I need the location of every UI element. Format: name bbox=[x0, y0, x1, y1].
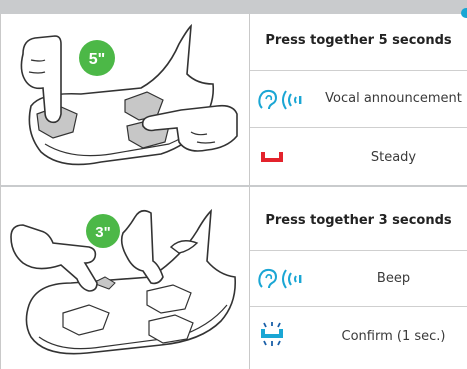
badge-label: 5" bbox=[89, 51, 105, 68]
row-vocal-announcement: Vocal announcement bbox=[250, 71, 467, 128]
row-steady: Steady bbox=[250, 128, 467, 187]
heading-press-3-seconds: Press together 3 seconds bbox=[265, 213, 452, 228]
heading-row: Press together 3 seconds bbox=[250, 187, 467, 251]
badge-label: 3" bbox=[95, 224, 110, 241]
row-label: Vocal announcement bbox=[325, 91, 462, 106]
heading-row: Press together 5 seconds bbox=[250, 14, 467, 71]
hand-left-icon bbox=[10, 224, 98, 292]
intercom-illustration: 3" bbox=[10, 208, 237, 355]
info-panel-3s: Press together 3 seconds Beep Confirm (1… bbox=[250, 187, 467, 369]
info-panel-5s: Press together 5 seconds Vocal announcem… bbox=[250, 14, 467, 185]
row-label: Confirm (1 sec.) bbox=[341, 329, 446, 344]
device-illustration-3s: 3" bbox=[1, 187, 250, 369]
red-led-steady-icon bbox=[261, 152, 283, 162]
hand-right-icon bbox=[120, 209, 164, 285]
top-bar bbox=[0, 0, 467, 14]
row-label: Beep bbox=[376, 271, 411, 286]
section-press-3-seconds: 3" Press together 3 seconds Beep Confirm… bbox=[0, 187, 467, 369]
intercom-illustration: 5" bbox=[20, 23, 238, 166]
heading-press-5-seconds: Press together 5 seconds bbox=[265, 33, 452, 48]
row-label: Steady bbox=[370, 150, 417, 165]
section-press-5-seconds: 5" Press together 5 seconds Vocal announ… bbox=[0, 14, 467, 187]
row-beep: Beep bbox=[250, 251, 467, 307]
blue-led-flash-icon bbox=[261, 322, 283, 346]
ear-sound-icon bbox=[258, 89, 302, 110]
row-confirm: Confirm (1 sec.) bbox=[250, 307, 467, 369]
ear-sound-icon bbox=[258, 268, 302, 289]
device-illustration-5s: 5" bbox=[1, 14, 250, 185]
